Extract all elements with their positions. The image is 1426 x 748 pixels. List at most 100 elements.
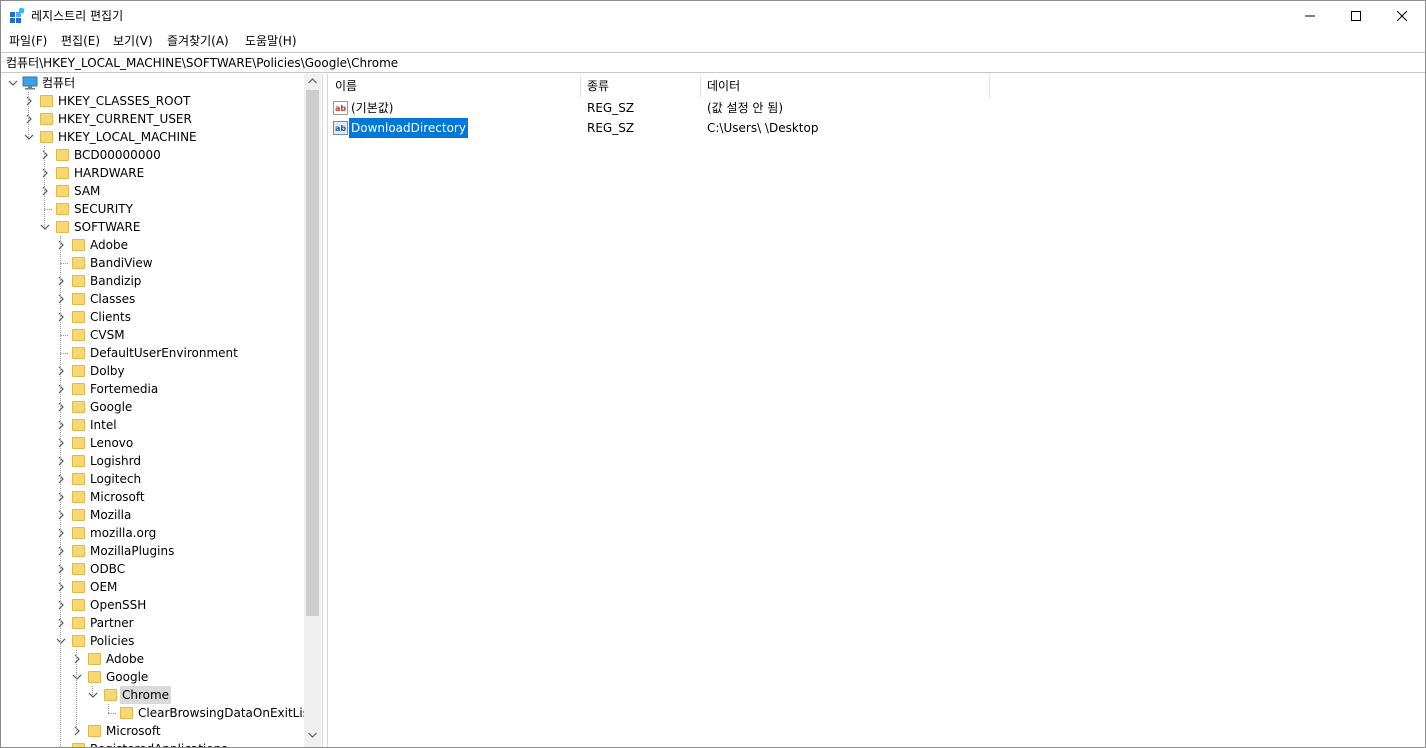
tree-node-label: MozillaPlugins <box>90 544 175 558</box>
chevron-down-icon[interactable] <box>24 132 34 142</box>
chevron-right-icon[interactable] <box>40 150 50 160</box>
address-bar[interactable]: 컴퓨터\HKEY_LOCAL_MACHINE\SOFTWARE\Policies… <box>1 52 1425 73</box>
tree-node[interactable]: MozillaPlugins <box>56 542 302 560</box>
tree-node[interactable]: Fortemedia <box>56 380 302 398</box>
minimize-button[interactable] <box>1287 1 1333 31</box>
tree-node[interactable]: SECURITY <box>40 200 302 218</box>
chevron-right-icon[interactable] <box>24 96 34 106</box>
tree-node[interactable]: DefaultUserEnvironment <box>56 344 302 362</box>
chevron-right-icon[interactable] <box>56 276 66 286</box>
chevron-right-icon[interactable] <box>72 726 82 736</box>
chevron-right-icon[interactable] <box>40 186 50 196</box>
chevron-right-icon[interactable] <box>40 168 50 178</box>
chevron-right-icon[interactable] <box>56 312 66 322</box>
tree-node[interactable]: ODBC <box>56 560 302 578</box>
tree-node[interactable]: Bandizip <box>56 272 302 290</box>
tree-node[interactable]: SAM <box>40 182 302 200</box>
tree-node[interactable]: Intel <box>56 416 302 434</box>
folder-icon <box>72 329 85 341</box>
tree-node[interactable]: ClearBrowsingDataOnExitList <box>104 704 314 722</box>
chevron-right-icon[interactable] <box>56 546 66 556</box>
chevron-right-icon[interactable] <box>56 438 66 448</box>
tree-scroll-thumb[interactable] <box>306 90 319 616</box>
chevron-right-icon[interactable] <box>56 456 66 466</box>
tree-node[interactable]: HKEY_LOCAL_MACHINE <box>24 128 302 146</box>
tree-node[interactable]: Logitech <box>56 470 302 488</box>
chevron-down-icon[interactable] <box>8 78 18 88</box>
values-list-pane[interactable]: 이름 종류 데이터 ab (기본값) REG_SZ (값 설정 안 됨) ab … <box>329 74 1425 747</box>
tree-node[interactable]: Lenovo <box>56 434 302 452</box>
address-path[interactable]: 컴퓨터\HKEY_LOCAL_MACHINE\SOFTWARE\Policies… <box>6 55 398 71</box>
tree-node[interactable]: Chrome <box>88 686 302 704</box>
tree-node[interactable]: BCD00000000 <box>40 146 302 164</box>
scroll-down-icon[interactable] <box>308 732 317 738</box>
menu-view[interactable]: 보기(V) <box>111 33 155 49</box>
chevron-right-icon[interactable] <box>56 510 66 520</box>
tree-node[interactable]: HKEY_CLASSES_ROOT <box>24 92 302 110</box>
menu-favorites[interactable]: 즐겨찾기(A) <box>165 33 231 49</box>
tree-node[interactable]: Adobe <box>72 650 302 668</box>
tree-node[interactable]: Policies <box>56 632 302 650</box>
chevron-right-icon[interactable] <box>56 240 66 250</box>
menu-edit[interactable]: 편집(E) <box>59 33 102 49</box>
tree-node[interactable]: Microsoft <box>56 488 302 506</box>
tree-node[interactable]: Partner <box>56 614 302 632</box>
scroll-up-icon[interactable] <box>308 78 317 84</box>
chevron-down-icon[interactable] <box>88 690 98 700</box>
value-type: REG_SZ <box>587 121 635 135</box>
tree-node[interactable]: OpenSSH <box>56 596 302 614</box>
chevron-down-icon[interactable] <box>72 672 82 682</box>
chevron-right-icon[interactable] <box>56 384 66 394</box>
tree-node[interactable]: HARDWARE <box>40 164 302 182</box>
chevron-right-icon[interactable] <box>56 402 66 412</box>
pane-splitter[interactable] <box>323 74 328 747</box>
chevron-right-icon[interactable] <box>56 600 66 610</box>
tree-node[interactable]: Dolby <box>56 362 302 380</box>
tree-node[interactable]: Adobe <box>56 236 302 254</box>
chevron-right-icon[interactable] <box>56 366 66 376</box>
folder-icon <box>56 167 69 179</box>
chevron-right-icon[interactable] <box>56 474 66 484</box>
menu-file[interactable]: 파일(F) <box>7 33 49 49</box>
tree-scrollbar[interactable] <box>304 74 321 747</box>
chevron-right-icon[interactable] <box>24 114 34 124</box>
column-header-type[interactable]: 종류 <box>581 74 701 98</box>
value-row-selected[interactable]: ab DownloadDirectory REG_SZ C:\Users\ \D… <box>329 118 1029 138</box>
tree-node[interactable]: 컴퓨터 <box>8 74 302 92</box>
column-header-data[interactable]: 데이터 <box>701 74 990 98</box>
tree-node[interactable]: Classes <box>56 290 302 308</box>
tree-node[interactable]: Logishrd <box>56 452 302 470</box>
chevron-right-icon[interactable] <box>56 492 66 502</box>
value-name: DownloadDirectory <box>349 118 468 138</box>
chevron-right-icon[interactable] <box>56 294 66 304</box>
column-header-name[interactable]: 이름 <box>329 74 581 98</box>
tree-node-label: mozilla.org <box>90 526 157 540</box>
tree-node-label: HARDWARE <box>74 166 145 180</box>
tree-node[interactable]: CVSM <box>56 326 302 344</box>
tree-node[interactable]: RegisteredApplications <box>56 740 302 747</box>
value-row[interactable]: ab (기본값) REG_SZ (값 설정 안 됨) <box>329 98 1029 118</box>
tree-node[interactable]: HKEY_CURRENT_USER <box>24 110 302 128</box>
menu-help[interactable]: 도움말(H) <box>243 33 299 49</box>
close-button[interactable] <box>1379 1 1425 31</box>
chevron-right-icon[interactable] <box>56 618 66 628</box>
chevron-down-icon[interactable] <box>56 636 66 646</box>
tree-node[interactable]: SOFTWARE <box>40 218 302 236</box>
chevron-down-icon[interactable] <box>40 222 50 232</box>
tree-node[interactable]: Google <box>56 398 302 416</box>
tree-node[interactable]: Mozilla <box>56 506 302 524</box>
chevron-right-icon[interactable] <box>56 582 66 592</box>
tree-node-label: Google <box>106 670 149 684</box>
tree-node[interactable]: Clients <box>56 308 302 326</box>
tree-node[interactable]: BandiView <box>56 254 302 272</box>
chevron-right-icon[interactable] <box>56 528 66 538</box>
tree-node[interactable]: Google <box>72 668 302 686</box>
chevron-right-icon[interactable] <box>56 420 66 430</box>
key-tree-pane[interactable]: 컴퓨터 HKEY_CLASSES_ROOT HKEY_CURRENT_USER HKE… <box>2 74 323 747</box>
chevron-right-icon[interactable] <box>72 654 82 664</box>
chevron-right-icon[interactable] <box>56 564 66 574</box>
tree-node[interactable]: mozilla.org <box>56 524 302 542</box>
maximize-button[interactable] <box>1333 1 1379 31</box>
tree-node[interactable]: Microsoft <box>72 722 302 740</box>
tree-node[interactable]: OEM <box>56 578 302 596</box>
